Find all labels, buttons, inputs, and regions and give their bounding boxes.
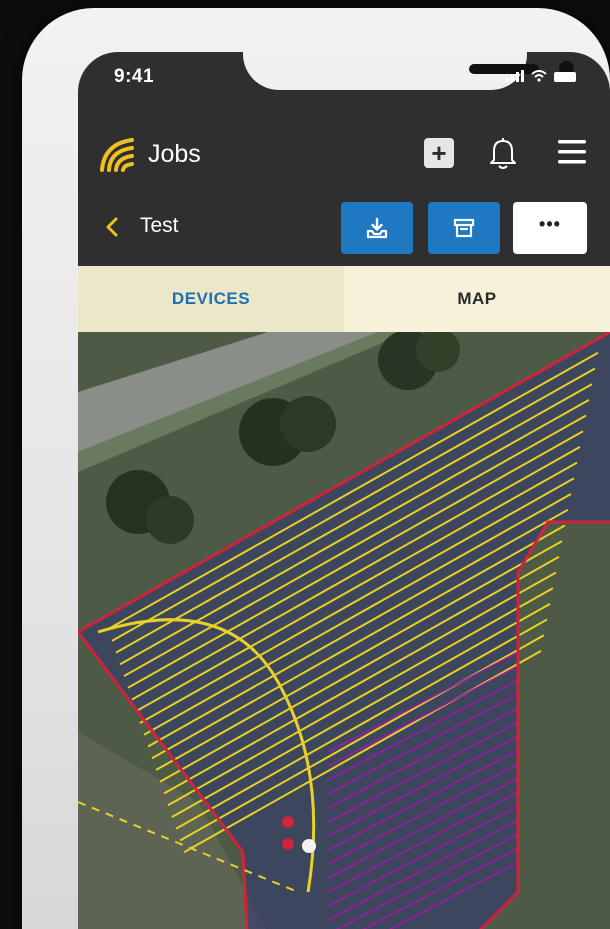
satellite-map[interactable] — [78, 332, 610, 929]
download-tray-icon — [366, 217, 388, 239]
tab-map[interactable]: MAP — [344, 266, 610, 332]
phone-frame: 9:41 Jobs + Test ••• DEVICES MAP — [22, 8, 610, 929]
archive-box-icon — [453, 218, 475, 238]
app-screen: 9:41 Jobs + Test ••• DEVICES MAP — [78, 52, 610, 929]
device-marker[interactable] — [282, 838, 294, 850]
tab-devices[interactable]: DEVICES — [78, 266, 344, 332]
status-time: 9:41 — [114, 66, 155, 87]
stage: 9:41 Jobs + Test ••• DEVICES MAP — [0, 0, 610, 929]
wifi-icon — [531, 70, 547, 82]
map-tree — [280, 396, 336, 452]
chevron-left-icon[interactable] — [104, 216, 120, 238]
hamburger-menu-icon[interactable] — [556, 138, 588, 166]
app-header: Jobs + — [78, 126, 610, 190]
job-name: Test — [140, 214, 179, 237]
view-tabs: DEVICES MAP — [78, 266, 610, 332]
archive-button[interactable] — [428, 202, 500, 254]
current-location-marker[interactable] — [302, 839, 316, 853]
status-icons — [506, 70, 576, 82]
page-title: Jobs — [148, 140, 201, 168]
device-marker[interactable] — [282, 816, 294, 828]
cellular-signal-icon — [506, 70, 524, 82]
ellipsis-icon: ••• — [539, 214, 561, 234]
battery-icon — [554, 72, 576, 82]
add-button[interactable]: + — [424, 138, 454, 168]
job-toolbar: Test ••• — [78, 198, 610, 258]
signal-waves-icon — [100, 138, 134, 172]
map-view[interactable] — [78, 332, 610, 929]
map-tree — [146, 496, 194, 544]
download-button[interactable] — [341, 202, 413, 254]
bell-icon[interactable] — [488, 136, 518, 170]
phone-notch — [243, 52, 574, 90]
more-options-button[interactable]: ••• — [513, 202, 587, 254]
